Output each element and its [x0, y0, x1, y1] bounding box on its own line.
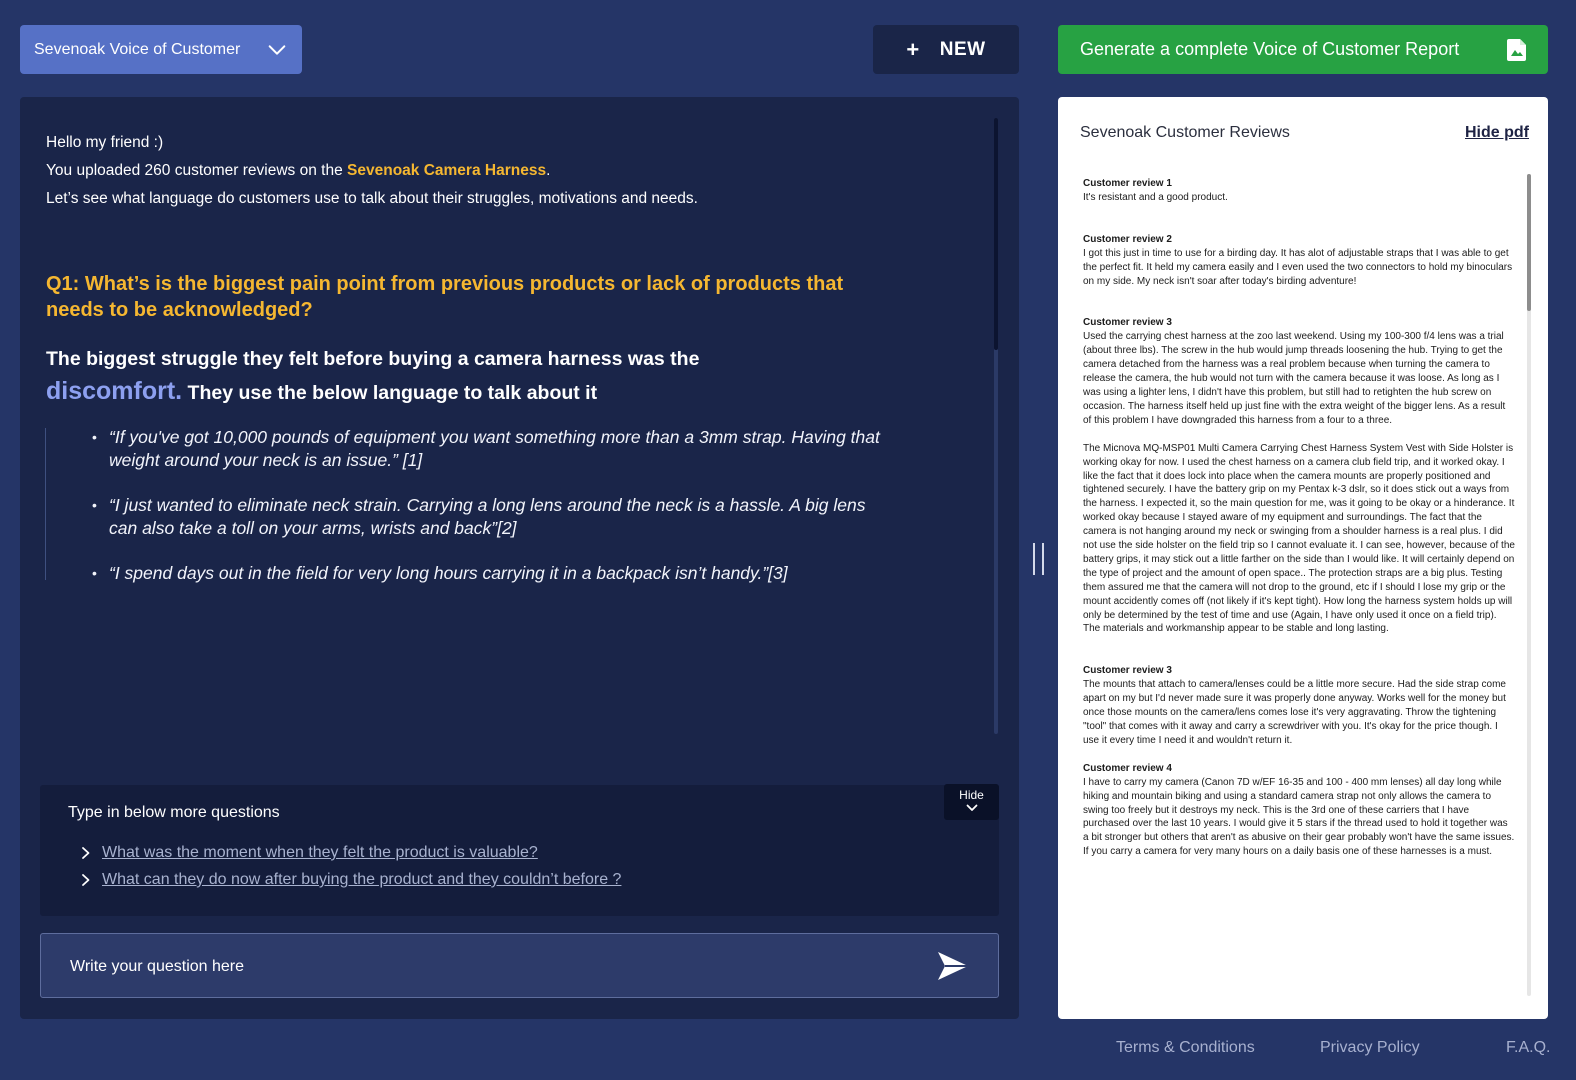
greeting-text: Hello my friend :) [46, 134, 164, 151]
suggested-question-item[interactable]: What was the moment when they felt the p… [80, 844, 538, 862]
project-select[interactable]: Sevenoak Voice of Customer [20, 25, 302, 74]
hide-pdf-link[interactable]: Hide pdf [1465, 124, 1529, 142]
hide-suggestions-label: Hide [959, 788, 984, 802]
question-title: Q1: What’s is the biggest pain point fro… [46, 273, 844, 321]
hide-suggestions-button[interactable]: Hide [944, 784, 999, 820]
quote-border [45, 428, 46, 580]
answer-prefix: The biggest struggle they felt before bu… [46, 348, 700, 370]
quote-item: “If you've got 10,000 pounds of equipmen… [90, 426, 890, 472]
generate-report-label: Generate a complete Voice of Customer Re… [1080, 39, 1460, 59]
send-icon[interactable] [936, 949, 970, 983]
panel-resize-handle-icon[interactable] [1029, 541, 1049, 577]
suggested-questions-title: Type in below more questions [68, 804, 280, 821]
new-button-label: NEW [939, 38, 986, 60]
intro-explanation: Let’s see what language do customers use… [46, 190, 698, 207]
quote-item: “I spend days out in the field for very … [90, 562, 890, 585]
chevron-right-icon [82, 874, 90, 886]
chat-scrollbar-thumb[interactable] [994, 118, 998, 350]
review-heading: Customer review 3 [1083, 317, 1172, 329]
chevron-down-icon [966, 804, 977, 811]
pdf-scrollbar-thumb[interactable] [1527, 174, 1531, 311]
plus-icon: + [906, 36, 920, 62]
answer-text: The biggest struggle they felt before bu… [46, 343, 766, 409]
project-select-label: Sevenoak Voice of Customer [34, 40, 241, 58]
review-text: The mounts that attach to camera/lenses … [1083, 679, 1506, 746]
privacy-link[interactable]: Privacy Policy [1320, 1039, 1420, 1057]
quote-item: “I just wanted to eliminate neck strain.… [90, 494, 890, 540]
terms-link[interactable]: Terms & Conditions [1116, 1039, 1255, 1057]
upload-summary-suffix: . [546, 162, 551, 179]
review-text: I got this just in time to use for a bir… [1083, 247, 1513, 287]
review-heading: Customer review 4 [1083, 762, 1172, 774]
quote-list: “If you've got 10,000 pounds of equipmen… [90, 426, 890, 607]
pdf-file-icon [1507, 38, 1526, 61]
chevron-down-icon [268, 44, 286, 55]
review-text: I have to carry my camera (Canon 7D w/EF… [1083, 776, 1515, 858]
suggested-question-link[interactable]: What can they do now after buying the pr… [102, 871, 621, 889]
product-name: Sevenoak Camera Harness [347, 162, 547, 179]
upload-summary: You uploaded 260 customer reviews on the… [46, 157, 698, 185]
upload-summary-prefix: You uploaded 260 customer reviews on the [46, 162, 348, 179]
chevron-right-icon [82, 847, 90, 859]
review-text: The Micnova MQ-MSP01 Multi Camera Carryi… [1083, 442, 1515, 635]
answer-keyword: discomfort. [46, 377, 183, 405]
chat-intro: Hello my friend :) You uploaded 260 cust… [46, 129, 698, 213]
pdf-title: Sevenoak Customer Reviews [1080, 124, 1290, 141]
review-heading: Customer review 3 [1083, 665, 1172, 677]
answer-suffix: They use the below language to talk abou… [187, 382, 598, 404]
review-text: Used the carrying chest harness at the z… [1083, 331, 1506, 426]
suggested-question-link[interactable]: What was the moment when they felt the p… [102, 844, 538, 862]
review-text: It's resistant and a good product. [1083, 191, 1228, 203]
faq-link[interactable]: F.A.Q. [1506, 1039, 1550, 1057]
pdf-viewer-panel: Sevenoak Customer Reviews Hide pdf Custo… [1058, 97, 1548, 1019]
pdf-document-body: Customer review 1 It's resistant and a g… [1083, 177, 1516, 859]
question-input[interactable] [68, 934, 892, 999]
suggested-question-item[interactable]: What can they do now after buying the pr… [80, 871, 621, 889]
review-heading: Customer review 2 [1083, 233, 1172, 245]
generate-report-button[interactable]: Generate a complete Voice of Customer Re… [1058, 25, 1548, 74]
new-button[interactable]: + NEW [873, 25, 1019, 74]
review-heading: Customer review 1 [1083, 178, 1172, 189]
question-input-box [40, 933, 999, 999]
